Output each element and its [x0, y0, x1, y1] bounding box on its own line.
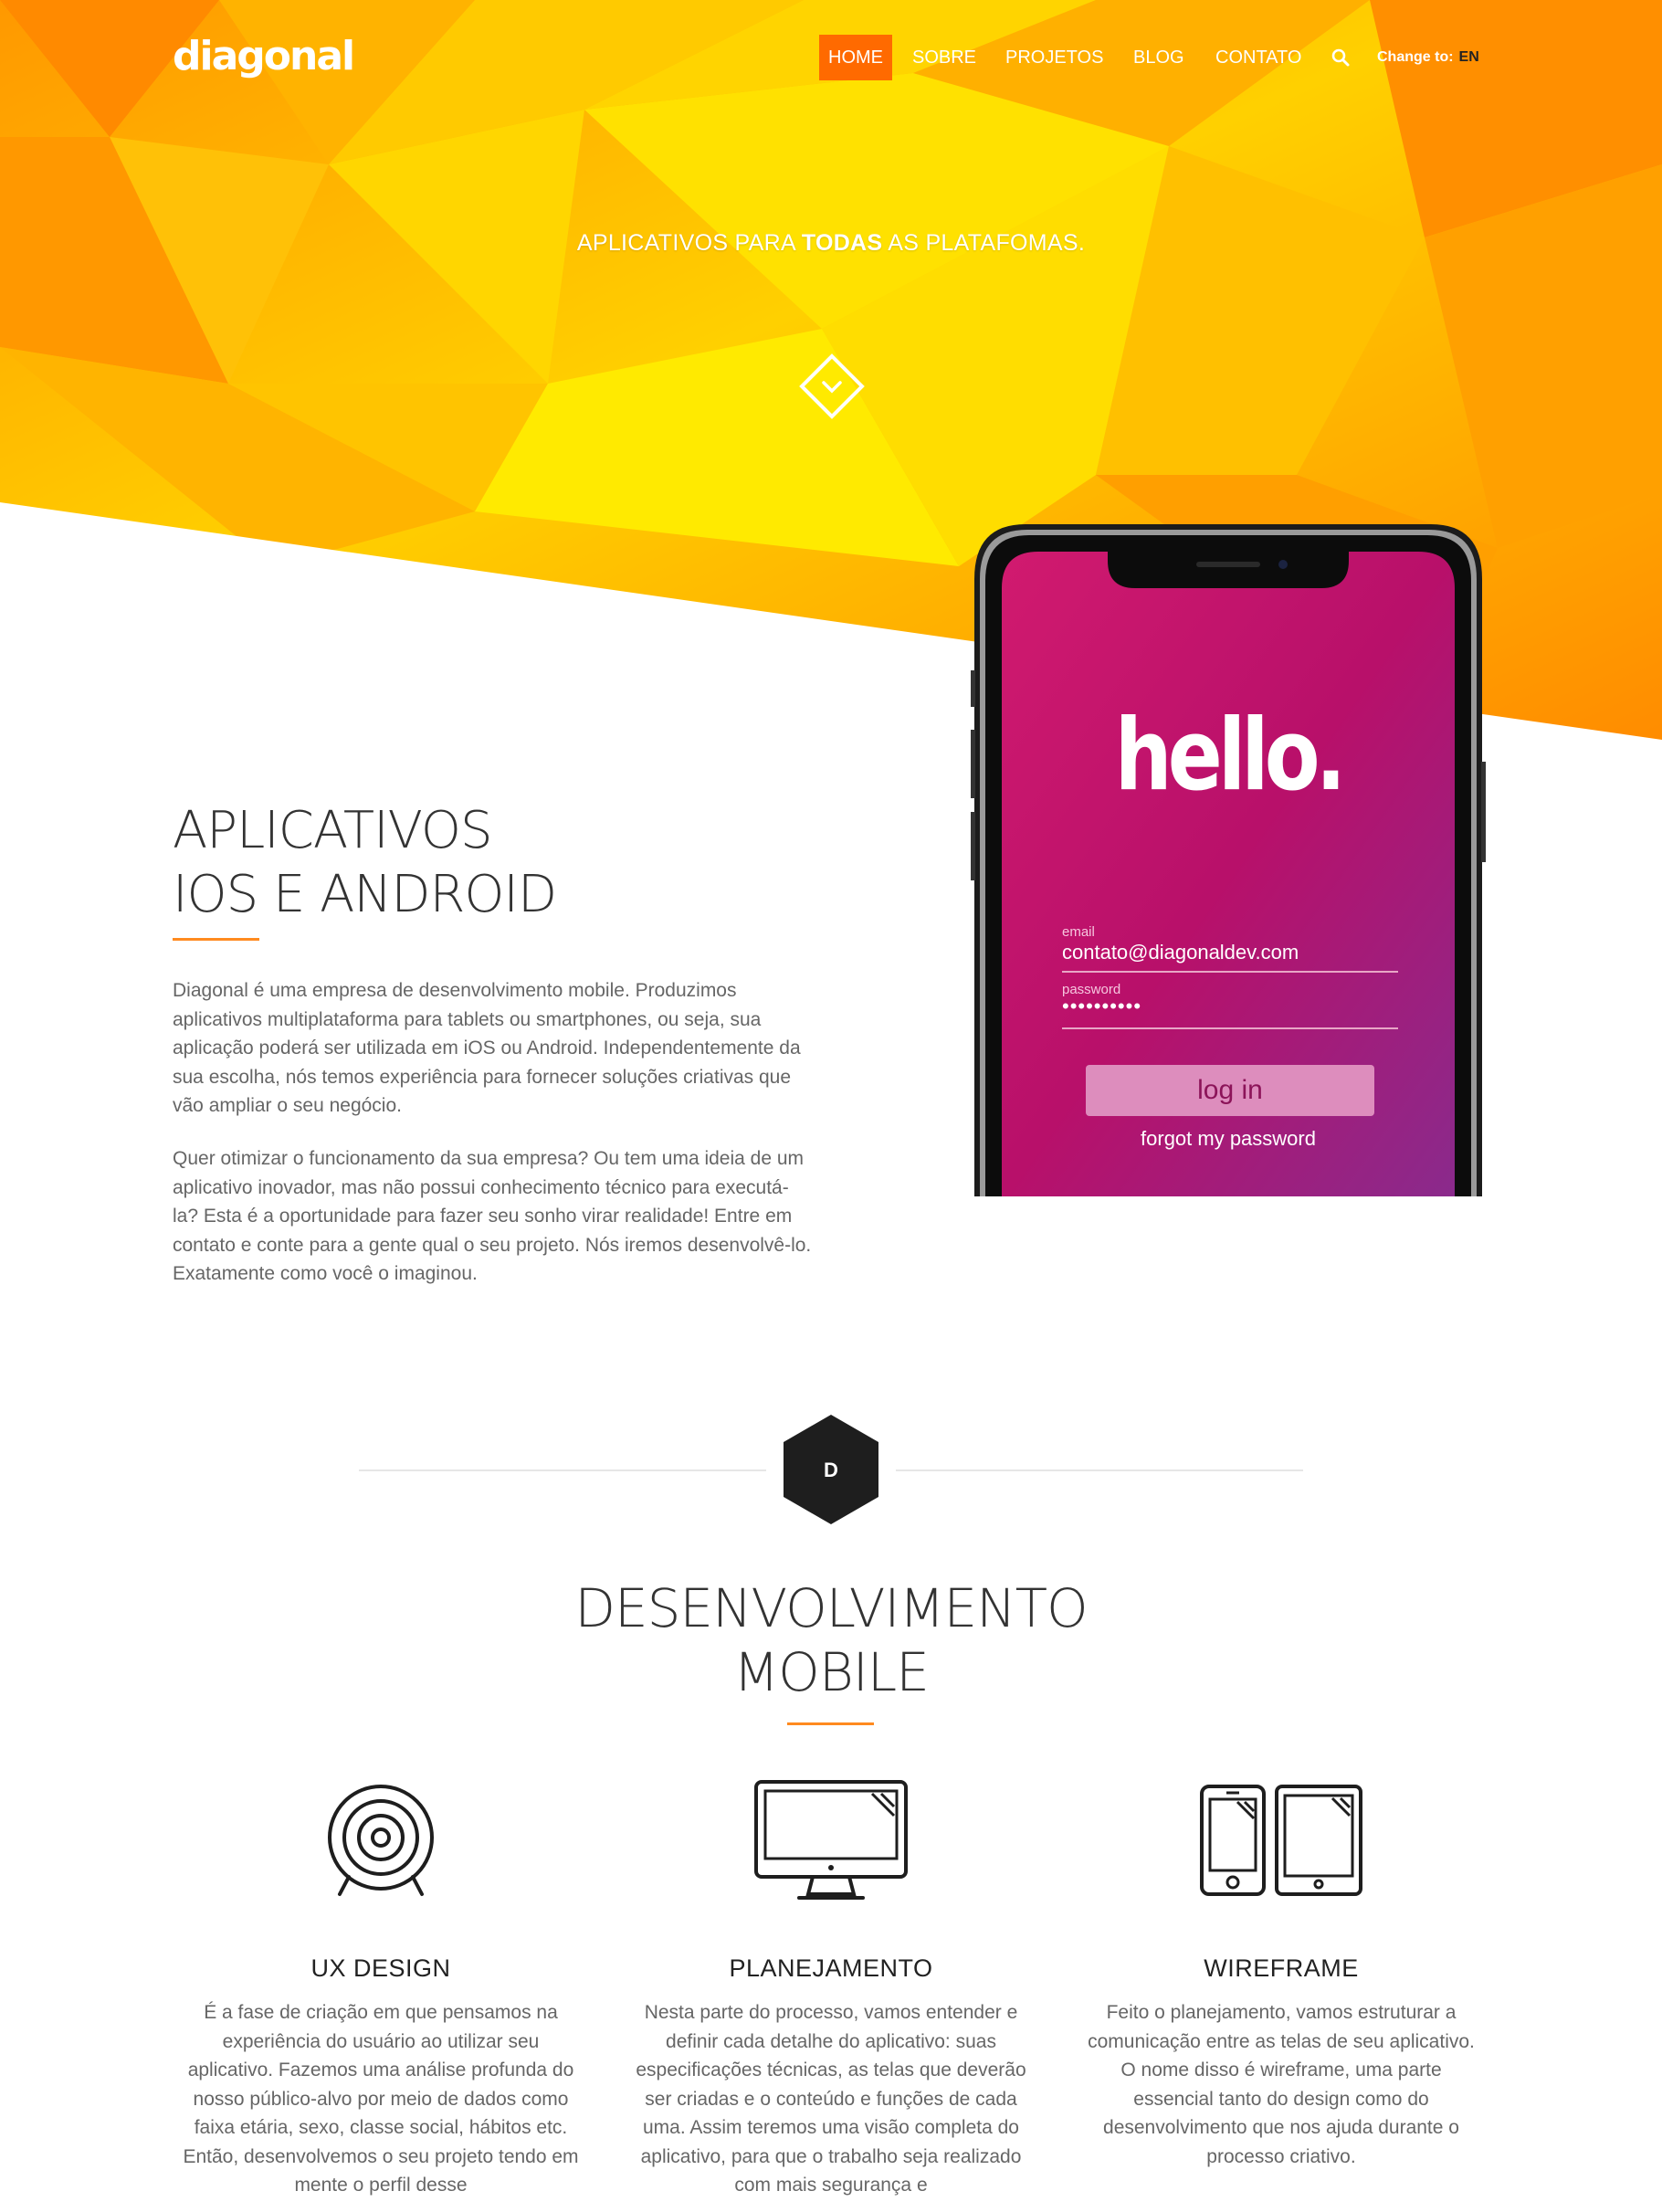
feature-title: WIREFRAME — [1204, 1954, 1359, 1982]
email-label: email — [1062, 924, 1095, 940]
feature-title: UX DESIGN — [310, 1954, 451, 1982]
target-icon — [328, 1785, 434, 1896]
intro-paragraph-1: Diagonal é uma empresa de desenvolviment… — [173, 980, 801, 1116]
feature-text: Nesta parte do processo, vamos entender … — [636, 2002, 1026, 2196]
login-button[interactable]: log in — [1086, 1065, 1374, 1116]
password-field[interactable]: •••••••••• — [1062, 995, 1141, 1018]
divider-line-right — [896, 1469, 1303, 1471]
desktop-monitor-icon — [754, 1779, 908, 1900]
nav-item-sobre[interactable]: SOBRE — [912, 35, 976, 80]
search-icon[interactable] — [1331, 47, 1351, 68]
section-title-line2: MOBILE — [733, 1641, 930, 1703]
language-switch[interactable]: Change to: EN — [1377, 35, 1479, 80]
feature-title: PLANEJAMENTO — [729, 1954, 933, 1982]
intro-paragraph-2: Quer otimizar o funcionamento da sua emp… — [173, 1148, 812, 1284]
tagline-after: AS PLATAFOMAS. — [882, 230, 1086, 256]
chevron-down-icon[interactable] — [799, 353, 865, 419]
site-logo[interactable]: diagonal — [173, 33, 355, 79]
feature-text: É a fase de criação em que pensamos na e… — [183, 2002, 579, 2196]
forgot-password-link[interactable]: forgot my password — [971, 1127, 1486, 1151]
tagline-bold: TODAS — [801, 230, 883, 256]
intro-title: APLICATIVOS IOS E ANDROID — [173, 799, 812, 927]
hero-tagline: APLICATIVOS PARA TODAS AS PLATAFOMAS. — [0, 230, 1662, 257]
hexagon-logo-badge: D — [784, 1415, 878, 1524]
intro-title-line1: APLICATIVOS — [173, 801, 493, 860]
section-title: DESENVOLVIMENTO MOBILE — [0, 1576, 1662, 1704]
language-value: EN — [1458, 49, 1479, 65]
nav-item-home[interactable]: HOME — [819, 35, 892, 80]
divider-line-left — [359, 1469, 766, 1471]
nav-item-projetos[interactable]: PROJETOS — [1005, 35, 1103, 80]
phone-tablet-icon — [1200, 1784, 1362, 1896]
section-title-underline — [787, 1722, 874, 1725]
feature-text: Feito o planejamento, vamos estruturar a… — [1088, 2002, 1475, 2167]
intro-title-line2: IOS E ANDROID — [173, 865, 557, 924]
hexagon-letter: D — [824, 1459, 838, 1481]
nav-item-blog[interactable]: BLOG — [1133, 35, 1184, 80]
phone-mockup: hello. email contato@diagonaldev.com pas… — [971, 524, 1486, 1196]
email-field[interactable]: contato@diagonaldev.com — [1062, 941, 1299, 964]
feature-wireframe: WIREFRAME Feito o planejamento, vamos es… — [1080, 1772, 1482, 2167]
nav-item-contato[interactable]: CONTATO — [1215, 35, 1301, 80]
feature-planejamento: PLANEJAMENTO Nesta parte do processo, va… — [630, 1772, 1032, 2196]
tagline-before: APLICATIVOS PARA — [576, 230, 802, 256]
language-label: Change to: — [1377, 49, 1454, 65]
intro-title-underline — [173, 938, 259, 941]
section-title-line1: DESENVOLVIMENTO — [574, 1577, 1088, 1639]
phone-greeting: hello. — [1114, 699, 1347, 813]
feature-ux-design: UX DESIGN É a fase de criação em que pen… — [180, 1772, 582, 2196]
